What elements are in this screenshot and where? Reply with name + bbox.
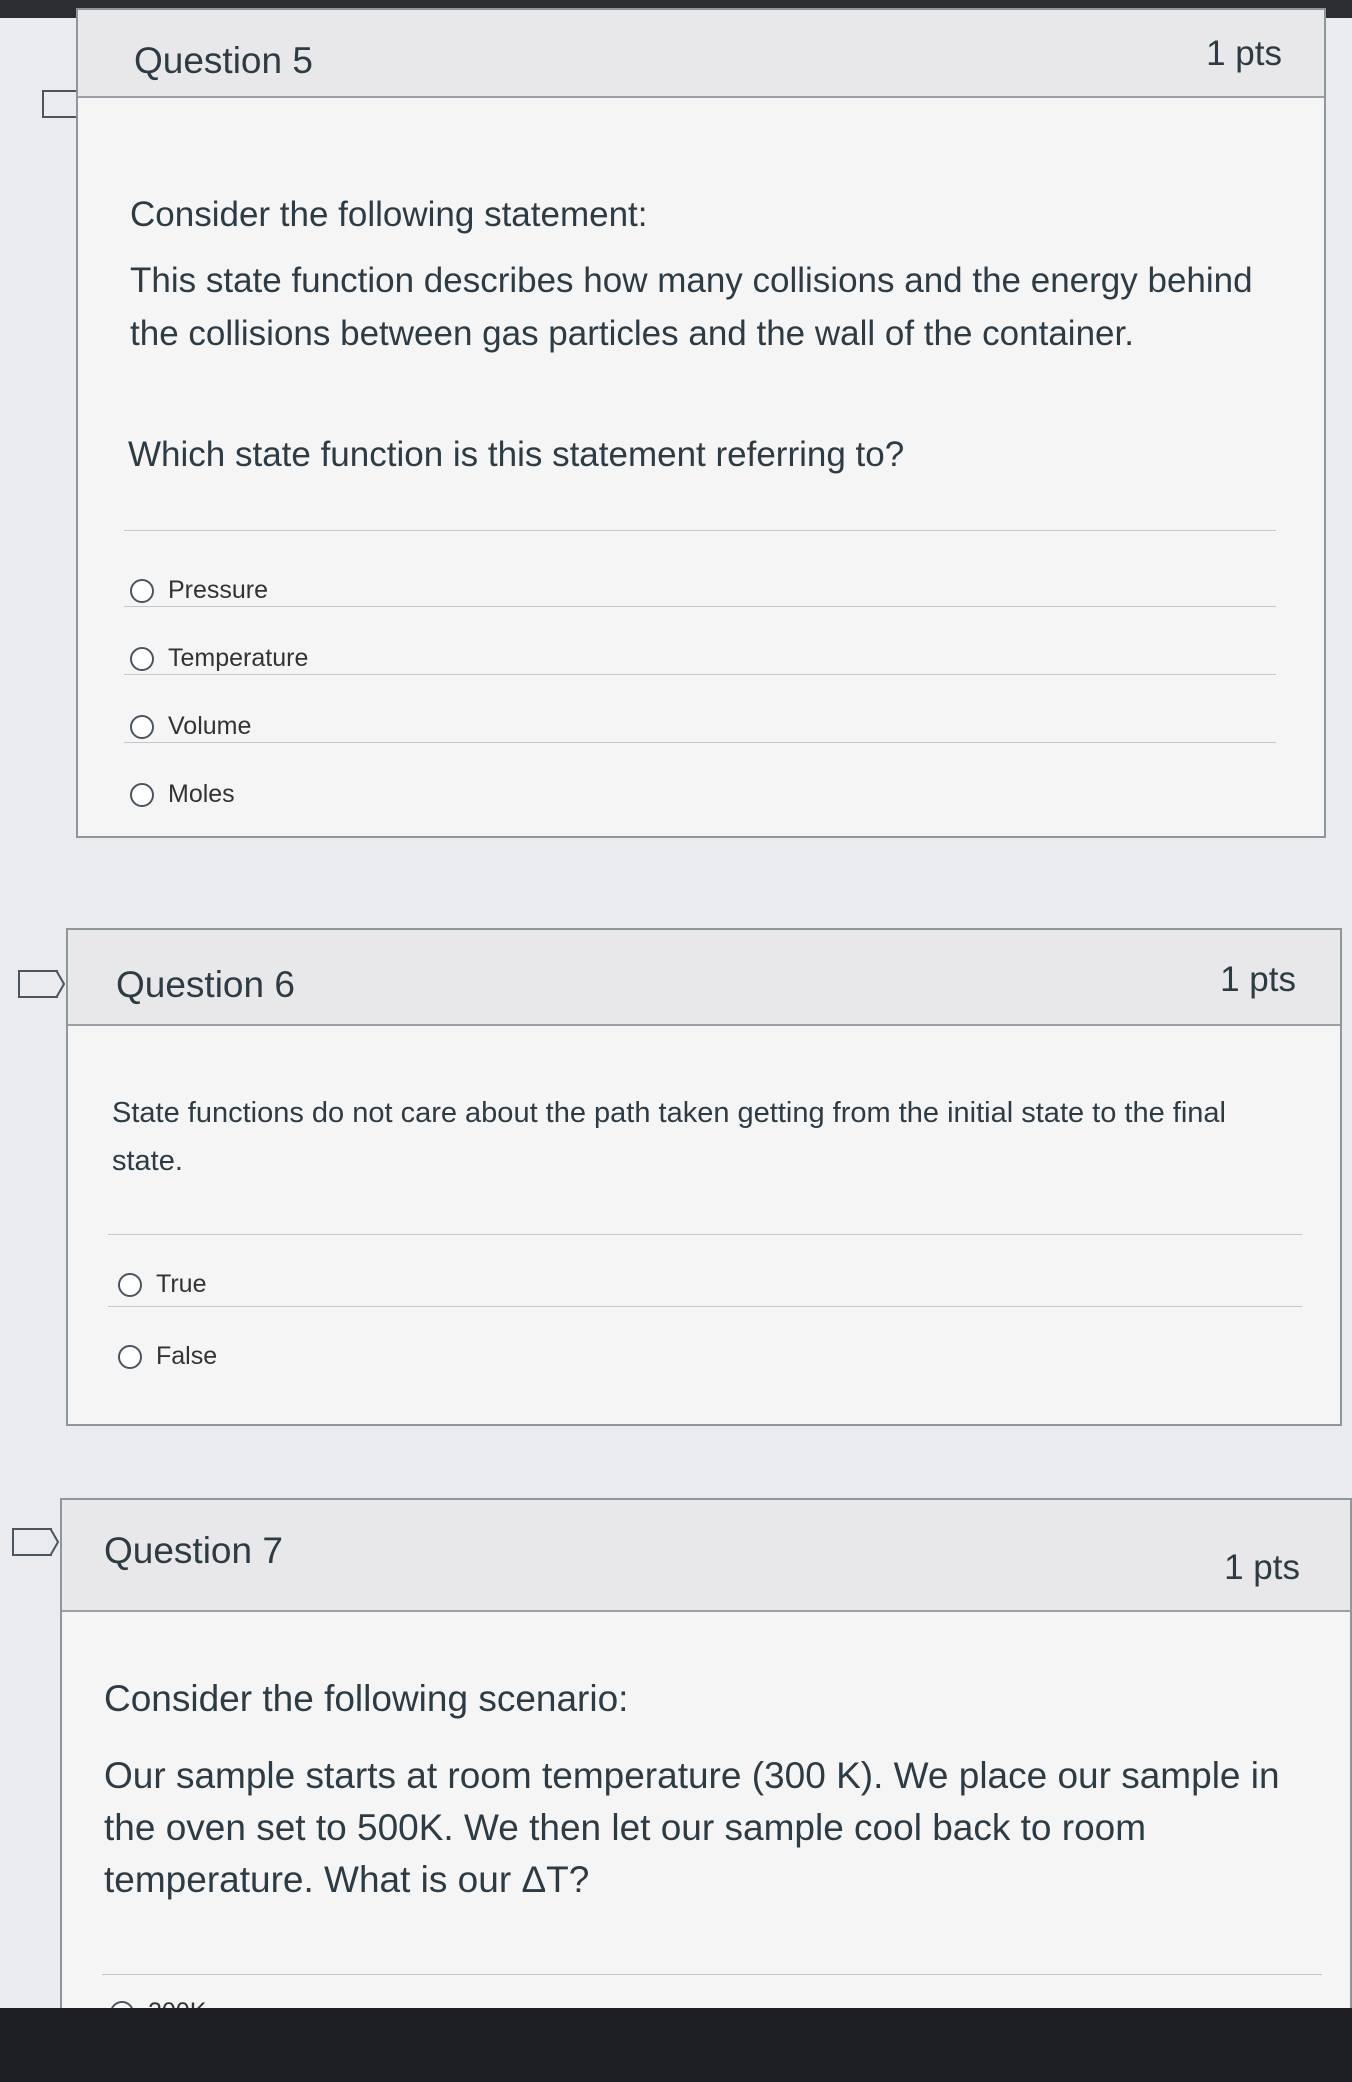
answer-option-moles[interactable]: Moles xyxy=(130,780,235,809)
answer-divider xyxy=(108,1306,1302,1307)
question-5-points: 1 pts xyxy=(1206,34,1282,73)
answer-label: True xyxy=(156,1270,207,1298)
answer-label: Pressure xyxy=(168,576,269,604)
radio-icon[interactable] xyxy=(130,646,154,671)
answer-label: Moles xyxy=(168,780,235,808)
question-7-title: Question 7 xyxy=(104,1530,283,1571)
question-7-header: Question 7 1 pts xyxy=(62,1500,1350,1612)
answers-divider xyxy=(124,530,1276,531)
bottom-dark-edge xyxy=(0,2008,1352,2082)
question-6-statement: State functions do not care about the pa… xyxy=(112,1097,1226,1177)
radio-icon[interactable] xyxy=(118,1272,142,1297)
question-6-card: Question 6 1 pts State functions do not … xyxy=(66,928,1342,1426)
answer-label: False xyxy=(156,1342,218,1370)
answer-divider xyxy=(124,674,1276,675)
question-5-statement: This state function describes how many c… xyxy=(130,261,1253,354)
answer-label: Volume xyxy=(168,712,252,740)
question-5-intro: Consider the following statement: xyxy=(130,195,648,234)
answer-option-volume[interactable]: Volume xyxy=(130,712,251,741)
answer-option-false[interactable]: False xyxy=(118,1342,217,1371)
radio-icon[interactable] xyxy=(130,714,154,739)
radio-icon[interactable] xyxy=(130,782,154,807)
answer-option-pressure[interactable]: Pressure xyxy=(130,576,268,605)
answer-label: Temperature xyxy=(168,644,309,672)
question-6-title: Question 6 xyxy=(116,964,295,1005)
question-5-prompt: Which state function is this statement r… xyxy=(128,435,905,474)
question-5-card: Question 5 1 pts Consider the following … xyxy=(76,8,1326,838)
question-5-title: Question 5 xyxy=(134,40,313,81)
answer-divider xyxy=(124,606,1276,607)
radio-icon[interactable] xyxy=(130,578,154,603)
question-7-card: Question 7 1 pts Consider the following … xyxy=(60,1498,1352,2058)
answer-option-temperature[interactable]: Temperature xyxy=(130,644,308,673)
question-6-points: 1 pts xyxy=(1220,960,1296,999)
answers-divider xyxy=(108,1234,1302,1235)
question-7-statement: Our sample starts at room temperature (3… xyxy=(104,1755,1280,1900)
answers-divider xyxy=(102,1974,1322,1975)
question-7-intro: Consider the following scenario: xyxy=(104,1678,629,1719)
question-5-header: Question 5 1 pts xyxy=(78,10,1324,98)
radio-icon[interactable] xyxy=(118,1344,142,1369)
question-7-points: 1 pts xyxy=(1224,1548,1300,1587)
answer-option-true[interactable]: True xyxy=(118,1270,206,1299)
flag-question-6-icon[interactable] xyxy=(18,970,66,998)
question-6-header: Question 6 1 pts xyxy=(68,930,1340,1026)
answer-divider xyxy=(124,742,1276,743)
flag-question-7-icon[interactable] xyxy=(12,1528,60,1556)
